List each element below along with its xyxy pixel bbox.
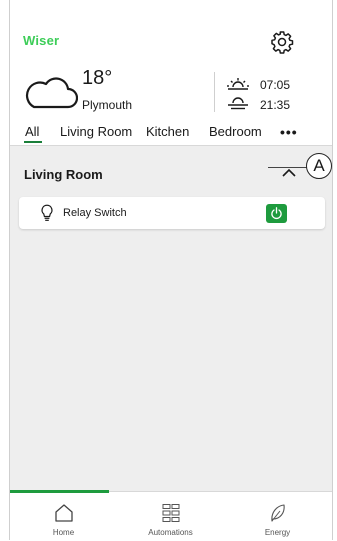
active-tab-indicator: [24, 141, 42, 143]
app-frame: Wiser 18° Plymouth 07:05 21:35 All Livin…: [9, 0, 333, 541]
sunset-icon: [228, 97, 248, 110]
divider: [214, 72, 215, 112]
sunrise-icon: [227, 78, 249, 90]
more-tabs-button[interactable]: •••: [280, 124, 298, 140]
nav-automations[interactable]: Automations: [117, 492, 224, 541]
bottom-nav: Home Automations Energy: [10, 490, 332, 541]
device-card[interactable]: Relay Switch: [19, 197, 325, 229]
tab-kitchen[interactable]: Kitchen: [146, 124, 189, 139]
nav-energy[interactable]: Energy: [224, 492, 331, 541]
sunset-time: 21:35: [260, 98, 291, 112]
tab-living-room[interactable]: Living Room: [60, 124, 132, 139]
callout-line: [268, 167, 308, 168]
temperature: 18°: [82, 67, 113, 89]
nav-home[interactable]: Home: [10, 492, 117, 541]
device-list: Living Room Relay Switch: [10, 145, 332, 492]
room-tabs: All Living Room Kitchen Bedroom •••: [10, 122, 332, 144]
bulb-icon: [41, 204, 53, 221]
chevron-up-icon[interactable]: [282, 168, 296, 178]
header: Wiser 18° Plymouth 07:05 21:35 All Livin…: [10, 0, 332, 145]
device-name: Relay Switch: [63, 207, 127, 219]
section-title: Living Room: [24, 167, 103, 182]
tab-bedroom[interactable]: Bedroom: [209, 124, 262, 139]
power-toggle-button[interactable]: [266, 204, 287, 223]
home-icon: [54, 504, 73, 522]
nav-energy-label: Energy: [264, 528, 291, 537]
callout-a: A: [306, 153, 332, 179]
nav-home-label: Home: [52, 528, 75, 537]
power-icon: [271, 207, 282, 220]
city-name: Plymouth: [82, 98, 133, 112]
cloud-icon: [25, 77, 78, 109]
sunrise-time: 07:05: [260, 78, 291, 92]
gear-icon[interactable]: [270, 30, 294, 54]
tab-all[interactable]: All: [25, 124, 39, 139]
leaf-icon: [270, 504, 285, 522]
nav-automations-label: Automations: [148, 528, 193, 537]
grid-icon: [162, 504, 179, 522]
wiser-logo: Wiser: [23, 33, 60, 48]
